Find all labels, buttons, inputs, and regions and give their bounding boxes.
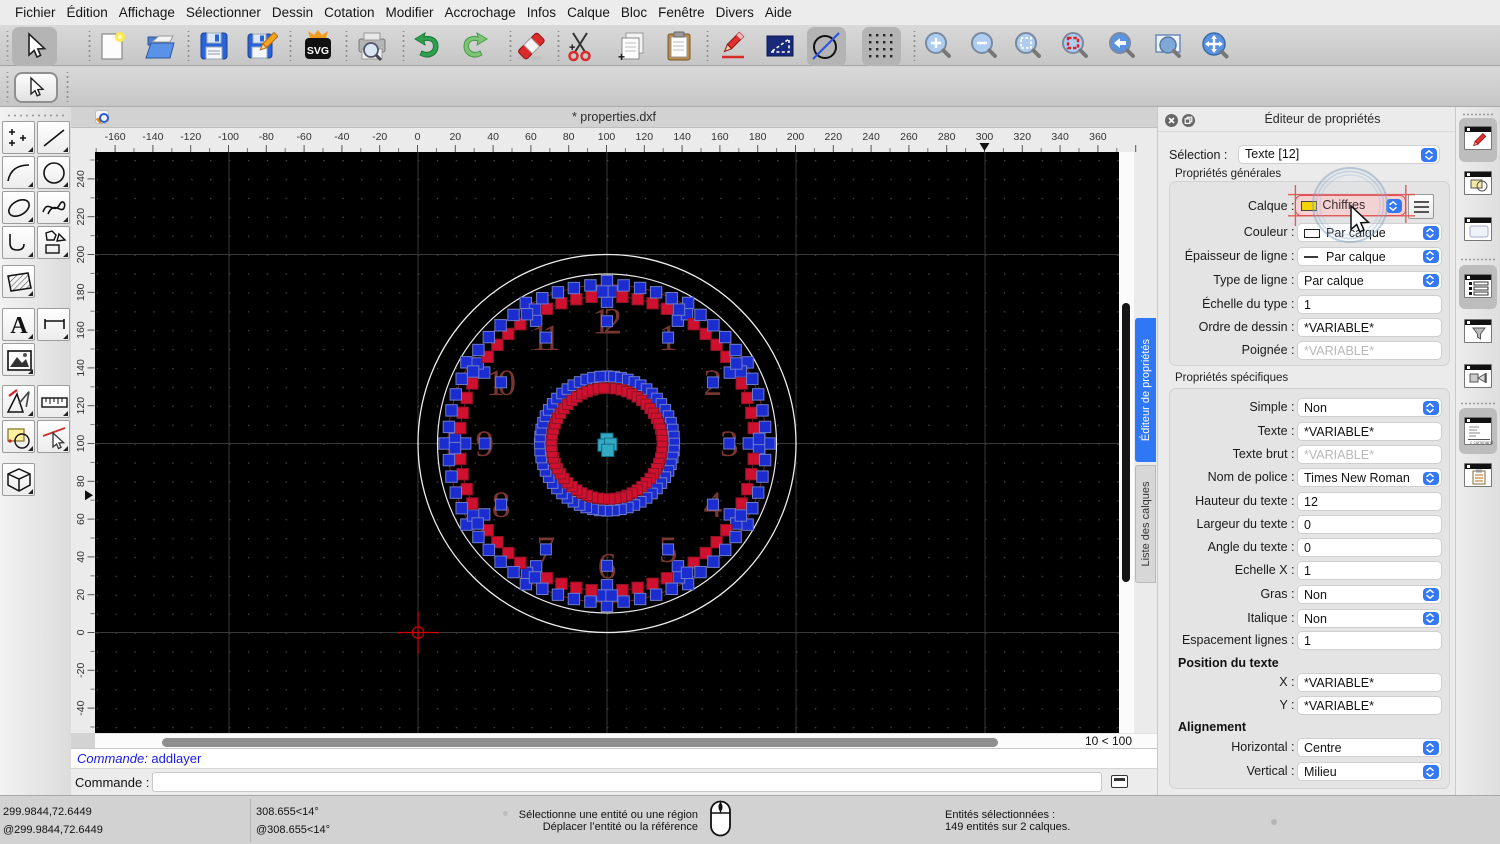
svg-text:SVG: SVG — [307, 45, 329, 57]
svg-text:-160: -160 — [105, 131, 126, 143]
svg-text:c command: c command — [1470, 440, 1493, 445]
svg-text:100: 100 — [75, 435, 87, 453]
svg-text:40: 40 — [487, 131, 499, 143]
svg-text:200: 200 — [787, 131, 805, 143]
svg-text:-140: -140 — [142, 131, 163, 143]
svg-text:-40: -40 — [75, 700, 87, 715]
svg-text:140: 140 — [673, 131, 691, 143]
svg-text:-20: -20 — [75, 663, 87, 678]
svg-text:180: 180 — [75, 283, 87, 301]
svg-text:20: 20 — [449, 131, 461, 143]
svg-text:80: 80 — [75, 475, 87, 487]
svg-text:0: 0 — [75, 629, 87, 635]
svg-text:120: 120 — [636, 131, 654, 143]
svg-text:260: 260 — [900, 131, 918, 143]
svg-text:60: 60 — [75, 513, 87, 525]
svg-text:280: 280 — [938, 131, 956, 143]
svg-text:240: 240 — [862, 131, 880, 143]
svg-text:40: 40 — [75, 551, 87, 563]
svg-text:80: 80 — [563, 131, 575, 143]
svg-text:220: 220 — [825, 131, 843, 143]
svg-text:-120: -120 — [180, 131, 201, 143]
svg-text:120: 120 — [75, 397, 87, 415]
svg-text:60: 60 — [525, 131, 537, 143]
svg-text:+: + — [569, 42, 575, 54]
svg-text:160: 160 — [75, 321, 87, 339]
svg-text:-100: -100 — [218, 131, 239, 143]
svg-text:340: 340 — [1051, 131, 1069, 143]
svg-text:A: A — [10, 313, 28, 339]
svg-text:300: 300 — [976, 131, 994, 143]
svg-text:200: 200 — [75, 246, 87, 264]
svg-text:360: 360 — [1089, 131, 1107, 143]
svg-text:100: 100 — [598, 131, 616, 143]
svg-text:+: + — [618, 50, 625, 62]
svg-text:220: 220 — [75, 208, 87, 226]
svg-text:140: 140 — [75, 359, 87, 377]
svg-text:-20: -20 — [372, 131, 387, 143]
svg-text:180: 180 — [749, 131, 767, 143]
svg-text:20: 20 — [75, 589, 87, 601]
svg-text:240: 240 — [75, 170, 87, 188]
svg-text:0: 0 — [415, 131, 421, 143]
svg-text:320: 320 — [1014, 131, 1032, 143]
svg-text:-60: -60 — [297, 131, 312, 143]
svg-text:-40: -40 — [334, 131, 349, 143]
svg-text:-80: -80 — [259, 131, 274, 143]
svg-text:160: 160 — [711, 131, 729, 143]
